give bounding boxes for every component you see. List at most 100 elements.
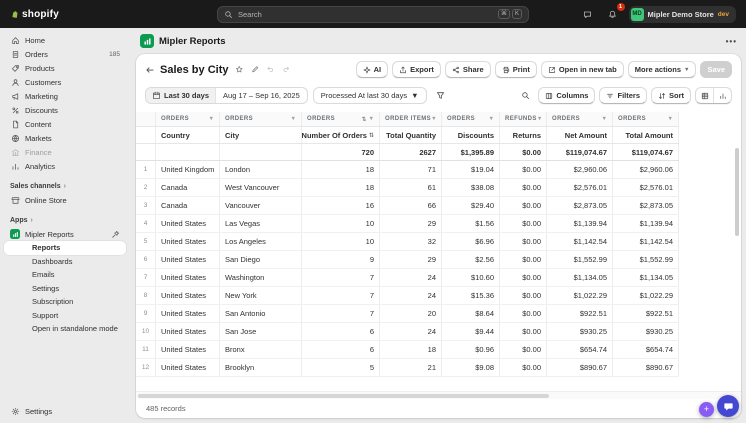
redo-icon (283, 67, 289, 73)
sidebar-item-customers[interactable]: Customers (4, 75, 126, 89)
table-row[interactable]: 8 United States New York 7 24 $15.36 $0.… (136, 287, 679, 305)
column-header[interactable]: City ⇅ (220, 127, 302, 143)
chat-launcher-button[interactable] (717, 395, 739, 417)
column-group-chip[interactable]: ORDERS ⇅▼ (302, 112, 380, 126)
table-row[interactable]: 3 Canada Vancouver 16 66 $29.40 $0.00 $2… (136, 197, 679, 215)
sidebar-item-markets[interactable]: Markets (4, 131, 126, 145)
table-row[interactable]: 1 United Kingdom London 18 71 $19.04 $0.… (136, 161, 679, 179)
secondary-launcher-button[interactable]: + (699, 402, 714, 417)
shopify-logo[interactable]: shopify (10, 9, 59, 20)
row-index: 11 (136, 341, 156, 358)
sidebar-app-subitem[interactable]: Subscription (4, 295, 126, 309)
inbox-button[interactable] (579, 5, 597, 23)
store-env-badge: dev (717, 10, 729, 18)
table-search-button[interactable] (517, 87, 534, 104)
sidebar-item-mipler-reports[interactable]: Mipler Reports (4, 227, 126, 241)
table-row[interactable]: 2 Canada West Vancouver 18 61 $38.08 $0.… (136, 179, 679, 197)
undo-button[interactable] (265, 65, 276, 74)
cell-country: United States (156, 269, 220, 286)
sidebar-item-orders[interactable]: Orders 185 (4, 47, 126, 61)
sidebar-app-subitem[interactable]: Reports (4, 241, 126, 255)
total-cell: 720 (302, 144, 380, 160)
date-range-control[interactable]: Last 30 days Aug 17 – Sep 16, 2025 (145, 87, 308, 104)
sidebar-item-analytics[interactable]: Analytics (4, 159, 126, 173)
sidebar-item-marketing[interactable]: Marketing (4, 89, 126, 103)
add-filter-button[interactable] (432, 87, 449, 104)
print-button[interactable]: Print (494, 61, 537, 78)
cell-city: Bronx (220, 341, 302, 358)
rename-button[interactable] (250, 65, 261, 74)
table-row[interactable]: 5 United States Los Angeles 10 32 $6.96 … (136, 233, 679, 251)
column-header[interactable]: Returns ⇅ (500, 127, 547, 143)
app-overflow-menu-button[interactable]: ••• (726, 37, 737, 46)
table-row[interactable]: 6 United States San Diego 9 29 $2.56 $0.… (136, 251, 679, 269)
save-button[interactable]: Save (700, 61, 732, 78)
sidebar-app-subitem[interactable]: Settings (4, 282, 126, 296)
processed-at-filter[interactable]: Processed At last 30 days ▼ (312, 87, 427, 104)
more-actions-button[interactable]: More actions ▼ (627, 61, 697, 78)
sidebar-section-sales-channels[interactable]: Sales channels › (4, 180, 126, 193)
column-group-chip[interactable]: REFUNDS ⇅▼ (500, 112, 547, 126)
records-count: 485 records (146, 404, 186, 413)
total-cell: $119,074.67 (547, 144, 613, 160)
table-row[interactable]: 9 United States San Antonio 7 20 $8.64 $… (136, 305, 679, 323)
export-button[interactable]: Export (392, 61, 441, 78)
notifications-button[interactable]: 1 (604, 3, 625, 23)
ai-button[interactable]: AI (355, 61, 389, 78)
sidebar-item-finance[interactable]: Finance (4, 145, 126, 159)
open-in-new-tab-button[interactable]: Open in new tab (540, 61, 624, 78)
column-header[interactable]: Net Amount ⇅ (547, 127, 613, 143)
column-group-chip[interactable]: ORDERS ⇅▼ (613, 112, 679, 126)
back-button[interactable] (145, 65, 155, 75)
horizontal-scrollbar[interactable] (136, 391, 741, 399)
global-search-input[interactable]: Search ⌘ K (217, 5, 529, 23)
column-group-chip[interactable]: ORDERS ⇅▼ (220, 112, 302, 126)
cell-discounts: $8.64 (442, 305, 500, 322)
column-header[interactable]: Total Amount ⇅ (613, 127, 679, 143)
store-menu-button[interactable]: MD Mipler Demo Store dev (628, 5, 736, 23)
pin-icon[interactable] (111, 230, 120, 239)
column-header[interactable]: Number Of Orders ⇅ (302, 127, 380, 143)
column-header[interactable]: Discounts ⇅ (442, 127, 500, 143)
scrollbar-thumb[interactable] (138, 394, 550, 398)
sidebar-item-products[interactable]: Products (4, 61, 126, 75)
cell-number-of-orders: 7 (302, 305, 380, 322)
sidebar-app-subitem[interactable]: Support (4, 309, 126, 323)
sort-button[interactable]: Sort (651, 87, 691, 104)
sidebar-item-discounts[interactable]: Discounts (4, 103, 126, 117)
vertical-scrollbar[interactable] (735, 148, 739, 236)
column-header[interactable]: Country ⇅ (156, 127, 220, 143)
sidebar-app-subitem[interactable]: Emails (4, 268, 126, 282)
chart-view-button[interactable] (714, 88, 731, 103)
column-group-chip[interactable]: ORDERS ⇅▼ (547, 112, 613, 126)
sidebar-app-subitem[interactable]: Dashboards (4, 255, 126, 269)
favorite-star-button[interactable] (234, 65, 245, 74)
table-row[interactable]: 7 United States Washington 7 24 $10.60 $… (136, 269, 679, 287)
chat-bubble-icon (723, 402, 733, 410)
filters-button[interactable]: Filters (599, 87, 647, 104)
sidebar-item-settings[interactable]: Settings (4, 404, 126, 418)
table-row[interactable]: 10 United States San Jose 6 24 $9.44 $0.… (136, 323, 679, 341)
shopify-admin: shopify Search ⌘ K 1 MD Mipler Demo Stor… (0, 0, 746, 423)
column-group-chip[interactable]: ORDER ITEMS ⇅▼ (380, 112, 442, 126)
cell-net-amount: $1,552.99 (547, 251, 613, 268)
columns-button[interactable]: Columns (538, 87, 596, 104)
sidebar-item-content[interactable]: Content (4, 117, 126, 131)
table-view-button[interactable] (696, 88, 713, 103)
sidebar-item-home[interactable]: Home (4, 33, 126, 47)
column-group-chip[interactable]: ORDERS ⇅▼ (156, 112, 220, 126)
table-row[interactable]: 12 United States Brooklyn 5 21 $9.08 $0.… (136, 359, 679, 377)
redo-button[interactable] (281, 65, 292, 74)
sidebar-app-subitem[interactable]: Open in standalone mode (4, 322, 126, 336)
date-preset-chip[interactable]: Last 30 days (146, 88, 217, 103)
table-row[interactable]: 4 United States Las Vegas 10 29 $1.56 $0… (136, 215, 679, 233)
cell-number-of-orders: 7 (302, 269, 380, 286)
cell-total-amount: $930.25 (613, 323, 679, 340)
view-toggle (695, 87, 732, 104)
column-header[interactable]: Total Quantity ⇅ (380, 127, 442, 143)
sidebar-section-apps[interactable]: Apps › (4, 214, 126, 227)
sidebar-item-online-store[interactable]: Online Store (4, 193, 126, 207)
table-row[interactable]: 11 United States Bronx 6 18 $0.96 $0.00 … (136, 341, 679, 359)
share-button[interactable]: Share (444, 61, 491, 78)
column-group-chip[interactable]: ORDERS ⇅▼ (442, 112, 500, 126)
